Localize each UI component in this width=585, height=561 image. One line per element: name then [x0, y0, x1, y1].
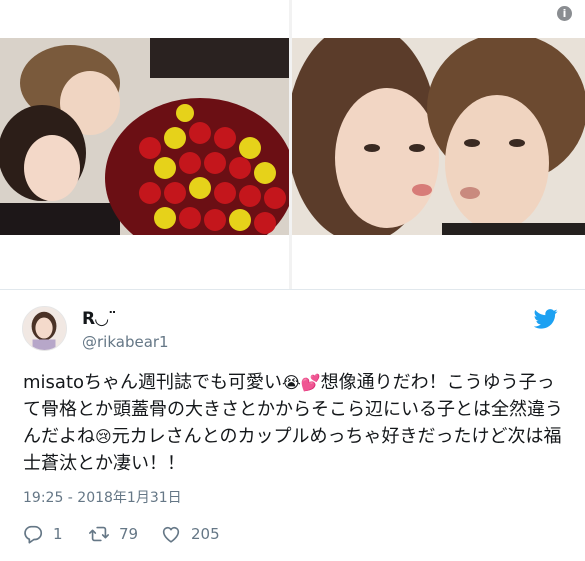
tweet-text-part-1: misatoちゃん週刊誌でも可愛い: [23, 372, 283, 393]
info-icon[interactable]: i: [557, 6, 572, 21]
author-display-name[interactable]: R◡¨: [82, 309, 117, 329]
like-count: 205: [191, 525, 220, 543]
avatar[interactable]: [22, 306, 67, 351]
tweet-text: misatoちゃん週刊誌でも可愛い😭💕想像通りだわ！こうゆう子って骨格とか頭蓋骨…: [23, 369, 571, 477]
tweet-actions: 1 79 205: [22, 520, 422, 548]
tweet-photo-2[interactable]: [292, 38, 585, 235]
tweet-photo-1[interactable]: [0, 38, 289, 235]
sad-face-emoji-icon: 😢: [95, 427, 112, 446]
author-handle[interactable]: @rikabear1: [82, 333, 169, 351]
retweet-count: 79: [119, 525, 139, 543]
tweet-card: i R◡¨ @rikabear1 misatoちゃん週刊誌でも可愛い😭💕想像通り…: [0, 0, 585, 561]
media-separator: [0, 289, 585, 290]
twitter-bird-icon[interactable]: [534, 309, 558, 329]
reply-button[interactable]: 1: [22, 520, 63, 548]
reply-count: 1: [53, 525, 63, 543]
retweet-icon: [89, 526, 109, 542]
couple-with-roses-photo: [0, 38, 289, 235]
heart-icon: [162, 526, 180, 543]
retweet-button[interactable]: 79: [88, 520, 138, 548]
reply-icon: [24, 525, 43, 544]
avatar-photo: [23, 307, 66, 350]
tweet-timestamp[interactable]: 19:25 - 2018年1月31日: [23, 487, 182, 507]
tweet-media: i: [0, 0, 585, 289]
couple-cheek-to-cheek-photo: [292, 38, 585, 235]
crying-face-emoji-icon: 😭💕: [282, 373, 321, 392]
like-button[interactable]: 205: [160, 520, 220, 548]
